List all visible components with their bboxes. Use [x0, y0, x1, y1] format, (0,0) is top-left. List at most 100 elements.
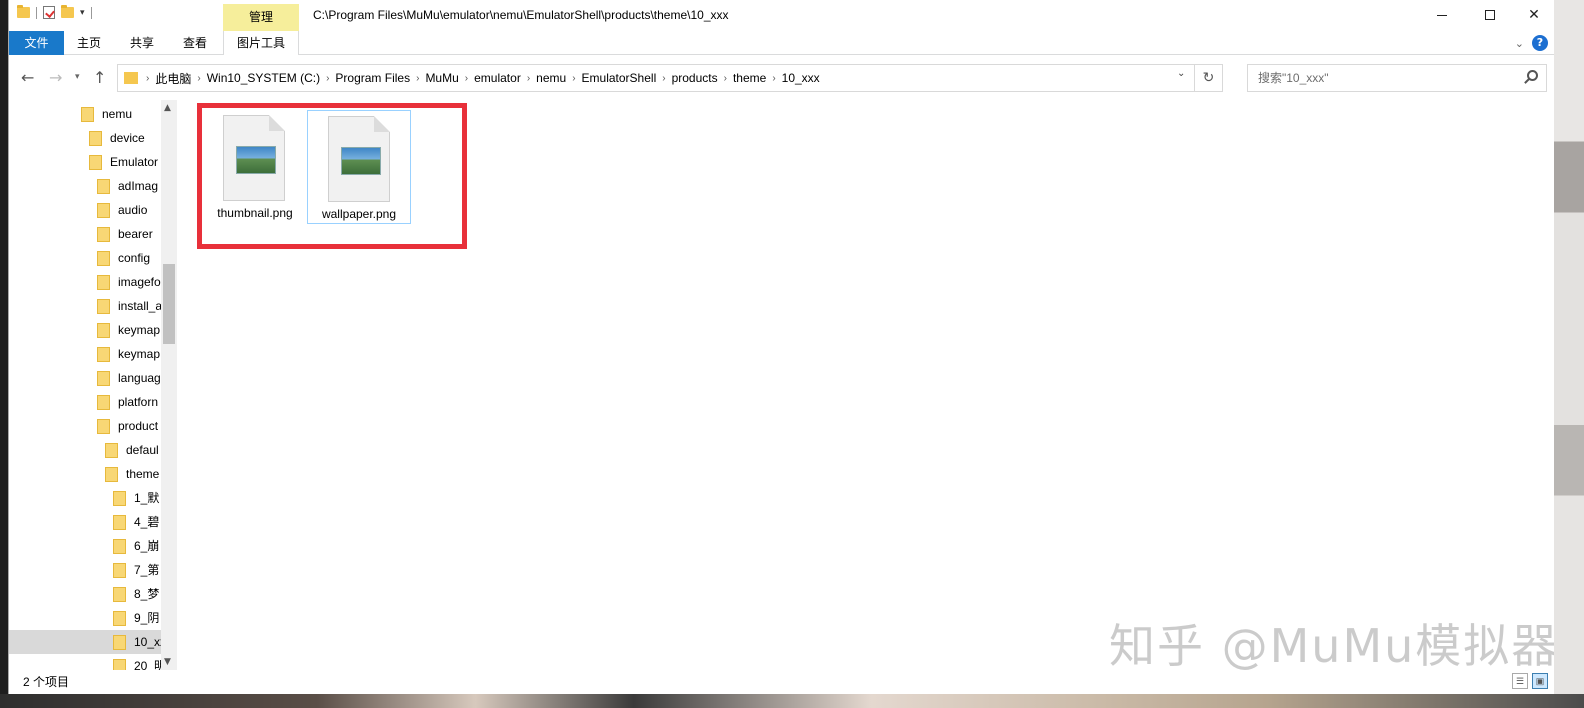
maximize-button[interactable] [1467, 0, 1513, 31]
item-count: 2 个项目 [23, 675, 70, 689]
breadcrumb-drive[interactable]: Win10_SYSTEM (C:) [207, 71, 320, 85]
tree-item-keymap-2[interactable]: keymap [97, 342, 161, 366]
help-icon[interactable]: ? [1532, 35, 1548, 51]
customize-toolbar-icon[interactable]: ▾ [80, 8, 85, 18]
breadcrumb-emulator[interactable]: emulator [474, 71, 521, 85]
tree-item-theme-10-selected[interactable]: 10_xx [9, 630, 161, 654]
breadcrumb-chevron-icon[interactable]: › [724, 73, 727, 84]
breadcrumb-current[interactable]: 10_xxx [782, 71, 820, 85]
folder-icon [97, 202, 110, 218]
refresh-button[interactable]: ↻ [1195, 64, 1223, 92]
tree-item-label: keymap [118, 347, 161, 361]
breadcrumb-chevron-icon[interactable]: › [465, 73, 468, 84]
tree-item-bearer[interactable]: bearer [97, 222, 161, 246]
close-button[interactable]: ✕ [1511, 0, 1554, 31]
breadcrumb-products[interactable]: products [672, 71, 718, 85]
tree-item-theme-20[interactable]: 20_明 [113, 654, 161, 670]
tree-item-theme-7[interactable]: 7_第 [113, 558, 161, 582]
tree-item-label: 10_xx [134, 635, 161, 649]
desktop-bottom-edge [0, 694, 1584, 708]
maximize-icon [1485, 10, 1495, 20]
tree-item-products[interactable]: product [97, 414, 161, 438]
refresh-icon: ↻ [1202, 70, 1215, 86]
separator [36, 6, 37, 19]
tree-item-label: 20_明 [134, 659, 161, 670]
folder-icon [113, 490, 126, 506]
scroll-down-icon[interactable]: ▼ [164, 657, 171, 667]
tree-item-label: 6_崩 [134, 539, 160, 553]
up-arrow-icon[interactable]: ↑ [93, 68, 106, 87]
breadcrumb-chevron-icon[interactable]: › [326, 73, 329, 84]
folder-icon [97, 346, 110, 362]
details-view-icon[interactable]: ☰ [1512, 673, 1528, 689]
address-history-dropdown-icon[interactable]: ⌄ [1177, 68, 1185, 79]
recent-locations-icon[interactable]: ▾ [75, 72, 80, 82]
breadcrumb-chevron-icon[interactable]: › [527, 73, 530, 84]
breadcrumb-theme[interactable]: theme [733, 71, 766, 85]
folder-icon[interactable] [17, 5, 30, 18]
tree-item-keymap-1[interactable]: keymap [97, 318, 161, 342]
tree-item-language[interactable]: languag [97, 366, 161, 390]
new-folder-icon[interactable] [61, 5, 74, 18]
folder-icon [105, 466, 118, 482]
tab-share[interactable]: 共享 [121, 31, 163, 55]
tree-item-imageformats[interactable]: imagefo [97, 270, 161, 294]
breadcrumb-program-files[interactable]: Program Files [335, 71, 410, 85]
tree-item-install[interactable]: install_a [97, 294, 161, 318]
breadcrumb-this-pc[interactable]: 此电脑 [155, 70, 191, 87]
forward-arrow-icon[interactable]: → [49, 68, 62, 87]
tree-item-theme-8[interactable]: 8_梦 [113, 582, 161, 606]
tab-file[interactable]: 文件 [9, 31, 64, 55]
search-icon[interactable] [1527, 70, 1538, 81]
tree-item-emulatorshell[interactable]: Emulator [89, 150, 161, 174]
desktop-left-edge [0, 0, 8, 708]
tab-view[interactable]: 查看 [174, 31, 216, 55]
scroll-up-icon[interactable]: ▲ [164, 103, 171, 113]
breadcrumb-emulatorshell[interactable]: EmulatorShell [582, 71, 657, 85]
tab-picture-tools[interactable]: 图片工具 [223, 31, 299, 55]
window-title: C:\Program Files\MuMu\emulator\nemu\Emul… [313, 8, 729, 22]
breadcrumb-mumu[interactable]: MuMu [425, 71, 458, 85]
ribbon-controls: ⌄ ? [1515, 35, 1548, 51]
tab-home[interactable]: 主页 [68, 31, 110, 55]
tree-item-adimage[interactable]: adImag [97, 174, 161, 198]
status-bar: 2 个项目 ☰ ▣ [9, 670, 1554, 694]
breadcrumb-chevron-icon[interactable]: › [416, 73, 419, 84]
tree-item-audio[interactable]: audio [97, 198, 161, 222]
folder-icon [81, 106, 94, 122]
folder-icon [113, 538, 126, 554]
breadcrumb-chevron-icon[interactable]: › [146, 73, 149, 84]
properties-icon[interactable] [43, 6, 55, 19]
tree-item-label: bearer [118, 227, 153, 241]
back-arrow-icon[interactable]: ← [21, 68, 34, 87]
folder-icon [113, 634, 126, 650]
tree-item-theme-4[interactable]: 4_碧 [113, 510, 161, 534]
search-input[interactable]: 搜索"10_xxx" [1247, 64, 1547, 92]
tree-item-config[interactable]: config [97, 246, 161, 270]
folder-icon [113, 586, 126, 602]
file-list-area[interactable]: thumbnail.png wallpaper.png [177, 100, 1554, 670]
folder-icon [97, 370, 110, 386]
minimize-button[interactable] [1419, 0, 1465, 31]
manage-tab[interactable]: 管理 [223, 4, 299, 31]
tree-item-default[interactable]: defaul [105, 438, 161, 462]
breadcrumb-chevron-icon[interactable]: › [772, 73, 775, 84]
large-icons-view-icon[interactable]: ▣ [1532, 673, 1548, 689]
tree-item-theme-1[interactable]: 1_默 [113, 486, 161, 510]
tree-item-theme-6[interactable]: 6_崩 [113, 534, 161, 558]
tree-item-theme-9[interactable]: 9_阴 [113, 606, 161, 630]
scrollbar-thumb[interactable] [163, 264, 175, 344]
expand-ribbon-icon[interactable]: ⌄ [1515, 37, 1524, 50]
folder-icon [97, 322, 110, 338]
tree-item-platforms[interactable]: platforn [97, 390, 161, 414]
quick-access-toolbar: ▾ [17, 5, 92, 19]
breadcrumb-chevron-icon[interactable]: › [197, 73, 200, 84]
tree-item-theme[interactable]: theme [105, 462, 161, 486]
navpane-scrollbar[interactable]: ▲ ▼ [161, 100, 177, 670]
folder-icon [105, 442, 118, 458]
address-bar[interactable]: › 此电脑 › Win10_SYSTEM (C:) › Program File… [117, 64, 1195, 92]
tree-item-label: 9_阴 [134, 611, 160, 625]
breadcrumb-chevron-icon[interactable]: › [662, 73, 665, 84]
breadcrumb-chevron-icon[interactable]: › [572, 73, 575, 84]
breadcrumb-nemu[interactable]: nemu [536, 71, 566, 85]
